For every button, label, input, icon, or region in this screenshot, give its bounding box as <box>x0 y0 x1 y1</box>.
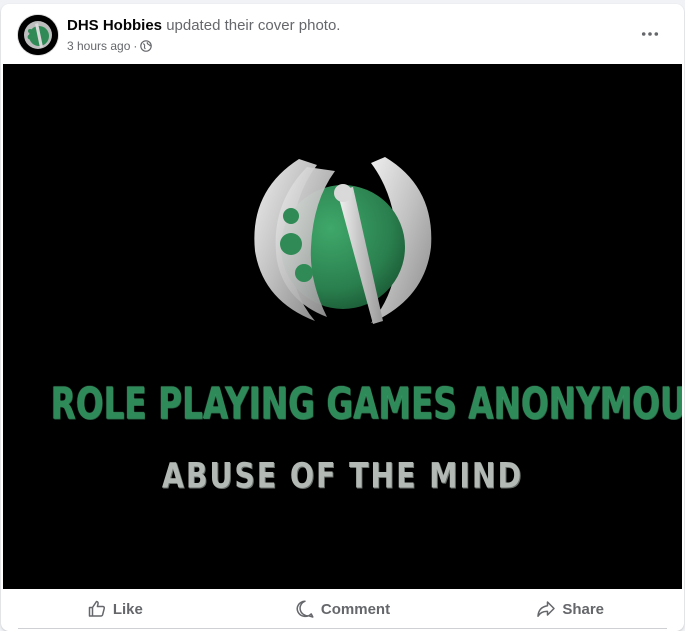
share-label: Share <box>562 600 605 618</box>
post-action-bar: Like Comment Share <box>1 591 684 627</box>
cover-photo[interactable]: ROLE PLAYING GAMES ANONYMOUS ABUSE OF TH… <box>3 64 682 589</box>
thumbs-up-icon <box>88 600 105 617</box>
feed-post: DHS Hobbies updated their cover photo. 3… <box>1 4 684 631</box>
like-button[interactable]: Like <box>1 591 229 627</box>
post-action-text: updated their cover photo. <box>166 17 341 34</box>
share-icon <box>537 601 556 617</box>
cover-headline: ROLE PLAYING GAMES ANONYMOUS <box>50 378 682 429</box>
post-meta: 3 hours ago · <box>67 39 153 53</box>
post-header: DHS Hobbies updated their cover photo. 3… <box>1 4 684 64</box>
cover-subheadline: ABUSE OF THE MIND <box>161 456 524 497</box>
meta-separator: · <box>133 39 138 53</box>
comment-icon <box>296 600 314 618</box>
comment-label: Comment <box>320 600 391 618</box>
post-timestamp[interactable]: 3 hours ago <box>67 39 130 53</box>
action-bar-divider <box>18 628 667 629</box>
like-label: Like <box>112 600 143 618</box>
comment-button[interactable]: Comment <box>229 591 457 627</box>
more-options-icon <box>641 32 659 36</box>
battle-axe-logo <box>254 157 432 324</box>
more-options-button[interactable] <box>634 18 666 50</box>
globe-icon[interactable] <box>140 40 153 52</box>
post-title-line: DHS Hobbies updated their cover photo. <box>67 17 340 35</box>
page-avatar[interactable] <box>18 15 58 55</box>
page-avatar-image <box>18 15 58 55</box>
author-name[interactable]: DHS Hobbies <box>67 17 162 34</box>
share-button[interactable]: Share <box>456 591 684 627</box>
